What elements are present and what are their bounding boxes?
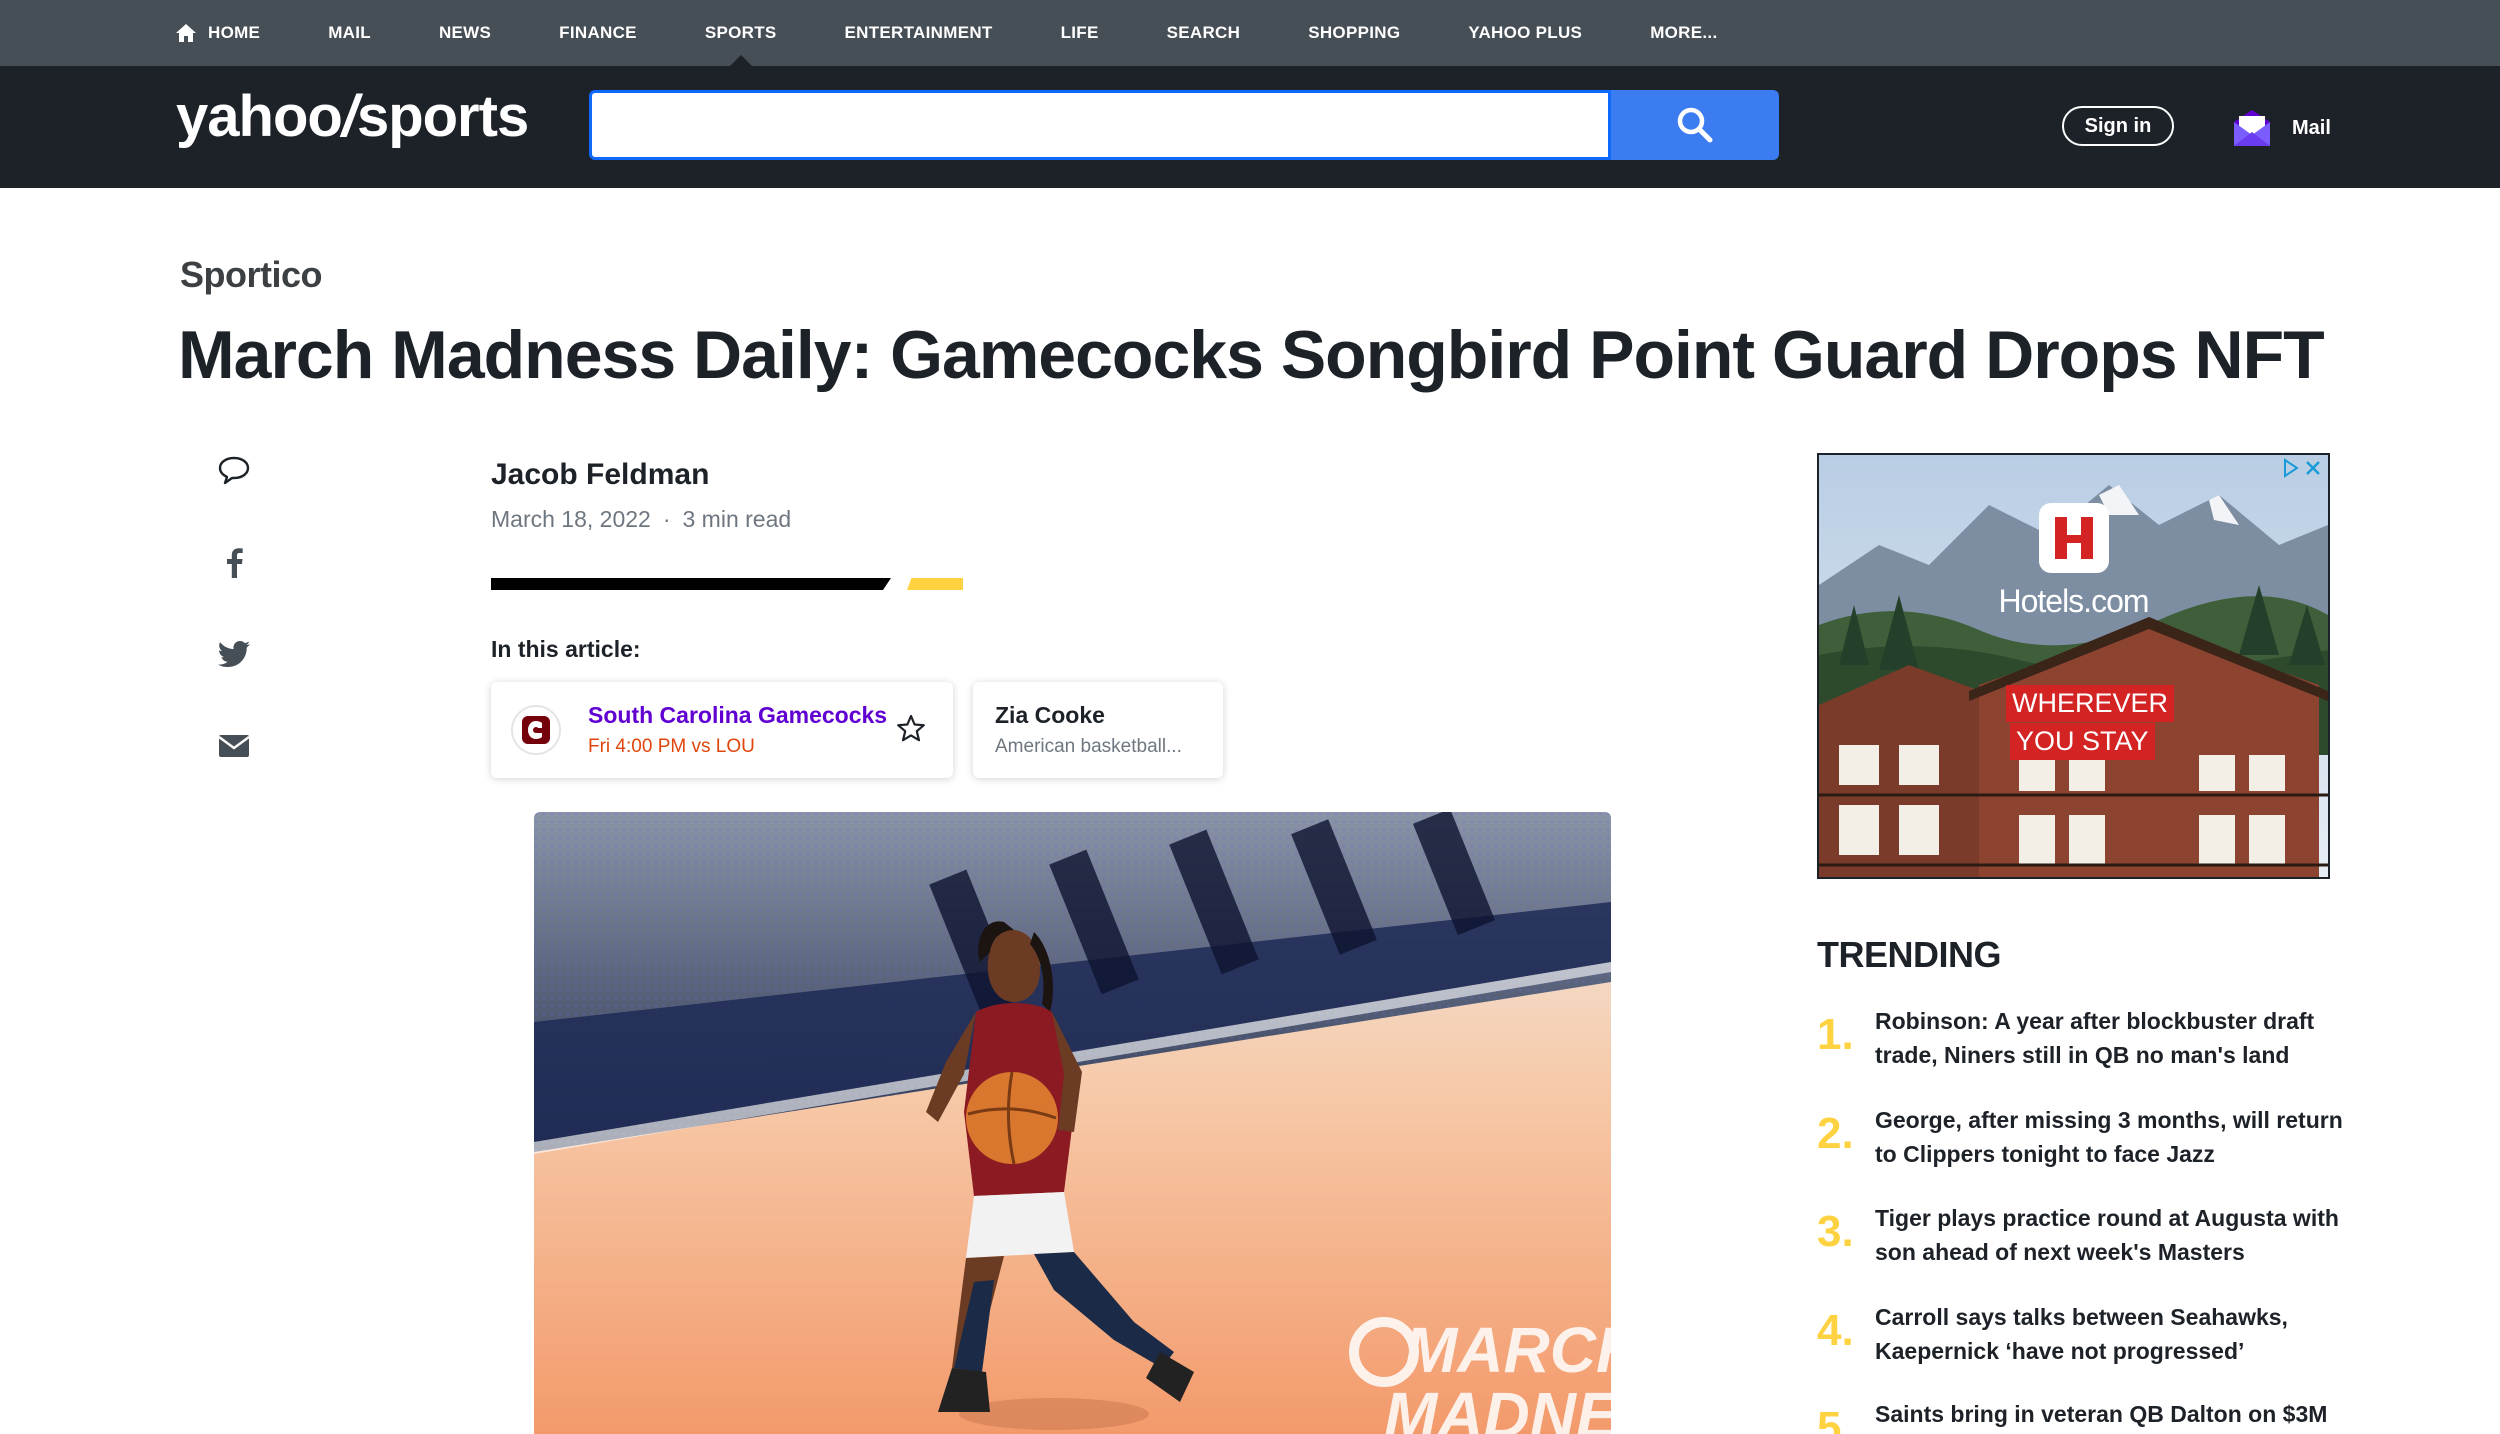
nav-item-entertainment[interactable]: ENTERTAINMENT — [845, 23, 993, 43]
top-nav: HOME MAIL NEWS FINANCE SPORTS ENTERTAINM… — [0, 0, 2500, 66]
ad-illustration — [1819, 455, 2328, 877]
nav-item-label: SHOPPING — [1308, 23, 1401, 42]
nav-item-home[interactable]: HOME — [176, 23, 260, 43]
nav-item-label: MORE... — [1650, 23, 1718, 42]
facebook-share-button[interactable] — [214, 542, 254, 582]
favorite-star-icon[interactable] — [896, 714, 926, 744]
trending-headline[interactable]: Tiger plays practice round at Augusta wi… — [1875, 1201, 2355, 1269]
logo-slash: / — [341, 84, 358, 149]
trending-item[interactable]: 5. Saints bring in veteran QB Dalton on … — [1817, 1397, 2337, 1434]
gamecocks-logo-icon — [522, 716, 550, 744]
nav-item-sports[interactable]: SPORTS — [705, 23, 777, 43]
trending-headline[interactable]: Saints bring in veteran QB Dalton on $3M — [1875, 1397, 2337, 1431]
person-name: Zia Cooke — [995, 702, 1105, 728]
svg-text:MARCH: MARCH — [1404, 1314, 1611, 1386]
adchoices-icon[interactable] — [2280, 457, 2302, 479]
in-this-article-label: In this article: — [491, 636, 641, 662]
nav-item-yahoo-plus[interactable]: YAHOO PLUS — [1468, 23, 1582, 43]
nav-item-search[interactable]: SEARCH — [1167, 23, 1241, 43]
team-logo — [511, 705, 561, 755]
mail-label: Mail — [2292, 116, 2331, 139]
nav-item-label: HOME — [208, 23, 261, 42]
trending-rank: 3. — [1817, 1207, 1854, 1256]
home-icon — [176, 24, 196, 42]
entity-card-team[interactable]: South Carolina Gamecocks Fri 4:00 PM vs … — [491, 682, 953, 778]
person-description: American basketball... — [995, 736, 1182, 757]
mail-link[interactable]: Mail — [2232, 108, 2331, 148]
trending-rank: 1. — [1817, 1010, 1854, 1059]
nav-item-label: YAHOO PLUS — [1468, 23, 1583, 42]
publish-date: March 18, 2022 — [491, 506, 651, 532]
nav-item-finance[interactable]: FINANCE — [559, 23, 637, 43]
nav-item-more[interactable]: MORE... — [1650, 23, 1717, 43]
accent-bar-black — [491, 578, 891, 590]
accent-bar-yellow — [907, 578, 963, 590]
entity-card-person[interactable]: Zia Cooke American basketball... — [973, 682, 1223, 778]
nav-item-label: SPORTS — [704, 23, 777, 42]
nav-item-shopping[interactable]: SHOPPING — [1308, 23, 1400, 43]
close-ad-icon[interactable] — [2302, 457, 2324, 479]
logo-yahoo: yahoo — [176, 84, 343, 149]
article-meta: March 18, 2022 · 3 min read — [491, 506, 791, 533]
top-nav-items: HOME MAIL NEWS FINANCE SPORTS ENTERTAINM… — [176, 0, 1785, 66]
trending-headline[interactable]: George, after missing 3 months, will ret… — [1875, 1103, 2355, 1171]
comment-icon — [218, 456, 250, 485]
article-hero-image[interactable]: MARCH MADNE — [534, 812, 1611, 1434]
nav-item-label: MAIL — [328, 23, 371, 42]
email-share-button[interactable] — [214, 726, 254, 766]
trending-title: TRENDING — [1817, 934, 2002, 975]
facebook-icon — [227, 548, 243, 578]
team-name-link[interactable]: South Carolina Gamecocks — [588, 702, 887, 729]
provider-name[interactable]: Sportico — [180, 254, 323, 296]
search-button[interactable] — [1611, 90, 1779, 160]
sign-in-button[interactable]: Sign in — [2062, 106, 2174, 146]
search-input[interactable] — [589, 90, 1611, 160]
trending-rank: 2. — [1817, 1109, 1854, 1158]
nav-item-label: LIFE — [1060, 23, 1099, 42]
site-header: yahoo/sports Sign in Mail — [0, 66, 2500, 188]
trending-headline[interactable]: Robinson: A year after blockbuster draft… — [1875, 1004, 2355, 1072]
advertisement[interactable]: Hotels.com WHEREVER YOU STAY — [1817, 453, 2330, 879]
comment-button[interactable] — [214, 450, 254, 490]
twitter-share-button[interactable] — [214, 634, 254, 674]
caas-accent-bars — [491, 578, 971, 590]
nav-item-life[interactable]: LIFE — [1061, 23, 1099, 43]
mail-envelope-icon — [2234, 110, 2270, 146]
ad-tagline-2: YOU STAY — [2010, 723, 2155, 760]
yahoo-sports-logo[interactable]: yahoo/sports — [176, 88, 529, 146]
ad-brand: Hotels.com — [1998, 583, 2149, 619]
author-name[interactable]: Jacob Feldman — [491, 458, 709, 492]
trending-rank: 4. — [1817, 1306, 1854, 1355]
hero-photo-illustration: MARCH MADNE — [534, 812, 1611, 1434]
trending-headline[interactable]: Carroll says talks between Seahawks, Kae… — [1875, 1300, 2355, 1368]
nav-item-label: NEWS — [438, 23, 492, 42]
nav-item-mail[interactable]: MAIL — [328, 23, 371, 43]
ad-controls — [2280, 457, 2324, 479]
twitter-icon — [218, 641, 250, 667]
read-time: 3 min read — [682, 506, 792, 532]
svg-text:MADNE: MADNE — [1384, 1379, 1611, 1434]
nav-item-news[interactable]: NEWS — [439, 23, 491, 43]
article-headline: March Madness Daily: Gamecocks Songbird … — [178, 317, 2325, 393]
team-next-game: Fri 4:00 PM vs LOU — [588, 736, 755, 757]
search-icon — [1677, 107, 1713, 143]
nav-item-label: SEARCH — [1166, 23, 1241, 42]
ad-tagline-1: WHEREVER — [2006, 685, 2175, 722]
nav-item-label: FINANCE — [559, 23, 637, 42]
nav-item-label: ENTERTAINMENT — [844, 23, 993, 42]
meta-separator: · — [662, 506, 671, 532]
email-icon — [218, 735, 250, 757]
logo-sports: sports — [356, 84, 529, 149]
trending-rank: 5. — [1817, 1403, 1854, 1434]
